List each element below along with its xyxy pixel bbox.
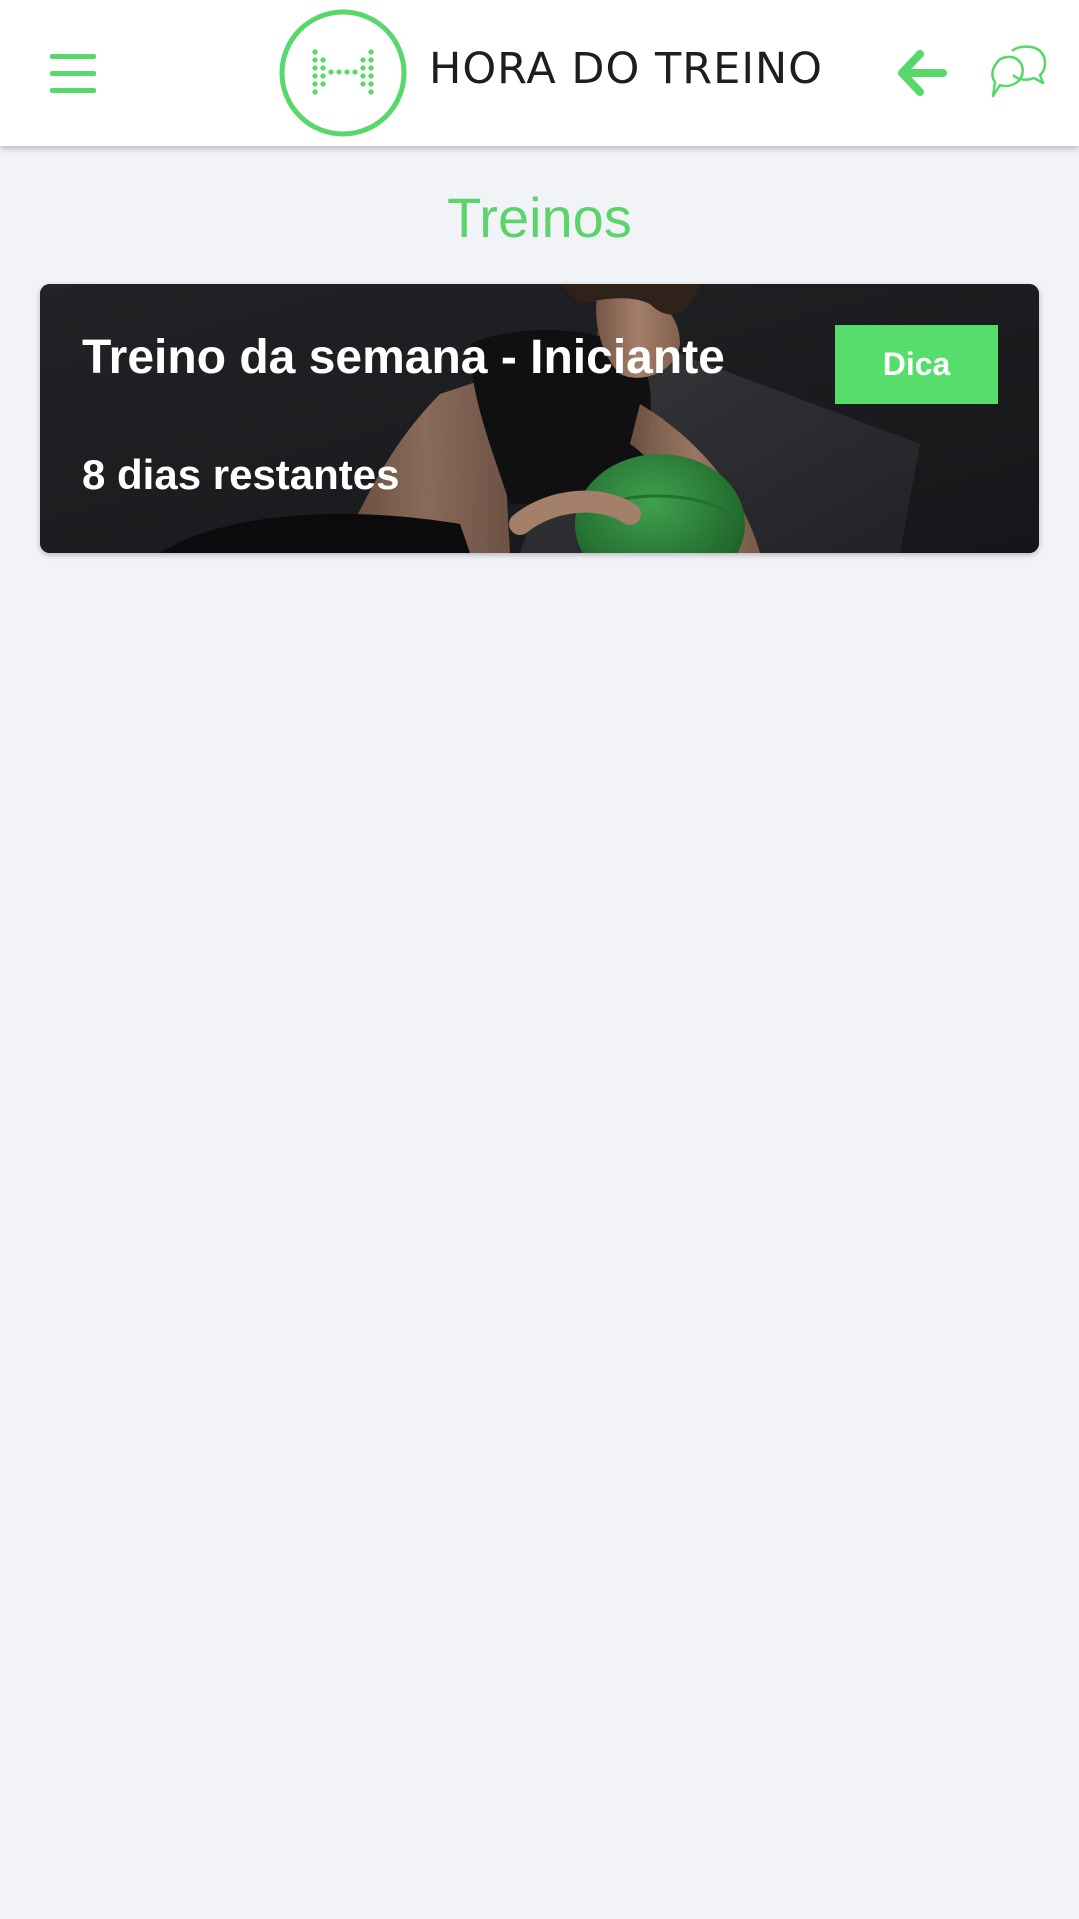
chat-bubbles-icon [991, 45, 1047, 98]
tip-button[interactable]: Dica [835, 325, 998, 404]
hamburger-menu-icon-bar [50, 71, 96, 76]
logo-emblem-icon [279, 9, 407, 137]
app-header: HORA DO TREINO [0, 0, 1079, 146]
workout-card-title: Treino da semana - Iniciante [82, 331, 725, 384]
page-title: Treinos [447, 186, 632, 249]
hamburger-menu-icon-bar [50, 88, 96, 93]
menu-button[interactable] [42, 50, 104, 96]
app-logo: HORA DO TREINO [278, 8, 822, 138]
logo-text: HORA DO TREINO [429, 44, 824, 94]
back-button[interactable] [898, 50, 948, 96]
arrow-left-icon [898, 50, 947, 96]
hamburger-menu-icon [50, 54, 96, 59]
workout-card[interactable]: Treino da semana - Iniciante 8 dias rest… [40, 284, 1039, 553]
chat-button[interactable] [990, 44, 1048, 102]
days-remaining-text: 8 dias restantes [82, 451, 400, 498]
